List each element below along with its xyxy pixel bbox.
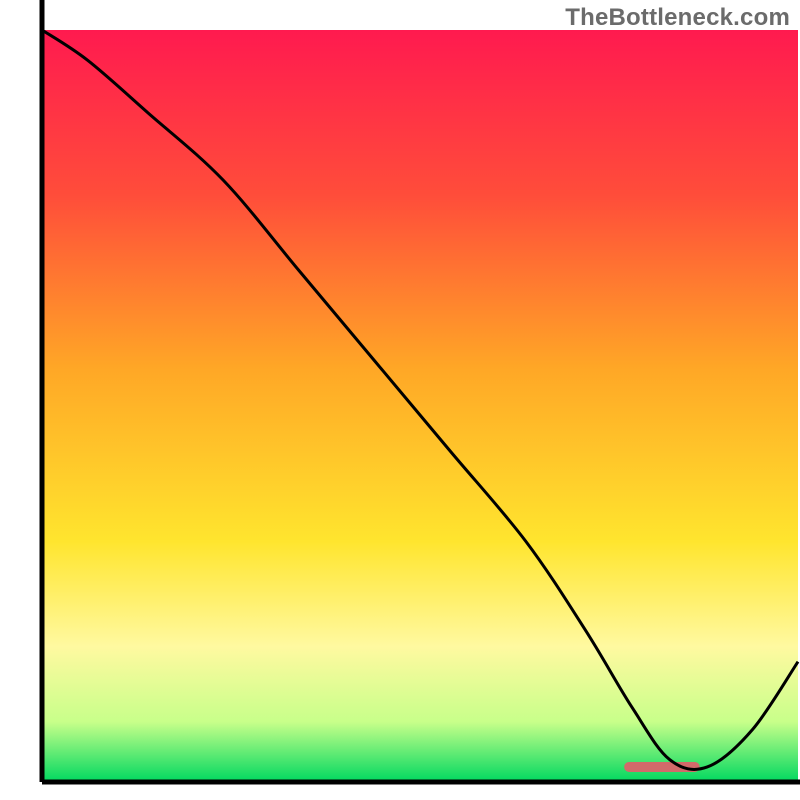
watermark-text: TheBottleneck.com xyxy=(565,4,790,32)
chart-container: TheBottleneck.com xyxy=(0,0,800,800)
optimal-range-marker xyxy=(624,762,700,772)
plot-background xyxy=(42,30,798,782)
bottleneck-chart xyxy=(0,0,800,800)
